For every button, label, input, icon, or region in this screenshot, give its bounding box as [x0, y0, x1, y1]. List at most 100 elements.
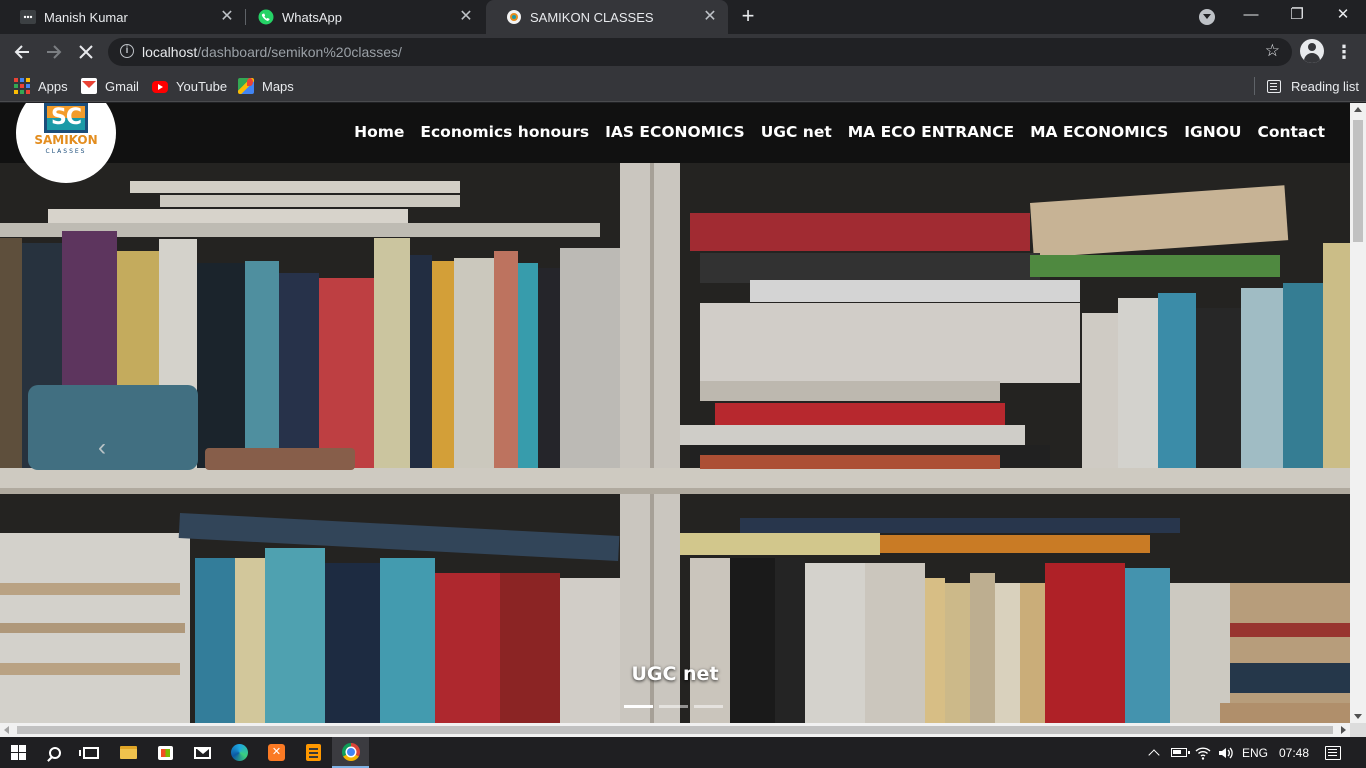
battery-button[interactable] — [1168, 737, 1190, 768]
scrollbar-corner — [1350, 723, 1366, 737]
apps-grid-icon — [14, 78, 30, 94]
file-explorer-icon — [120, 746, 137, 759]
clock[interactable]: 07:48 — [1275, 737, 1313, 768]
notification-icon — [1325, 745, 1341, 760]
scroll-down-arrow-icon[interactable] — [1354, 714, 1362, 719]
back-arrow-icon — [14, 45, 29, 59]
website: SC SAMIKON CLASSES Home Economics honour… — [0, 103, 1350, 723]
nav-ias-economics[interactable]: IAS ECONOMICS — [605, 123, 745, 141]
close-icon[interactable]: ✕ — [219, 9, 235, 25]
nav-home[interactable]: Home — [354, 123, 404, 141]
scroll-left-arrow-icon[interactable] — [4, 726, 9, 734]
taskbar-chrome[interactable] — [332, 737, 369, 768]
xampp-icon: ✕ — [268, 744, 285, 761]
tab-strip: Manish Kumar ✕ WhatsApp ✕ SAMIKON CLASSE… — [0, 0, 1366, 34]
scroll-thumb[interactable] — [17, 726, 1333, 734]
store-icon — [158, 745, 173, 760]
close-icon[interactable]: ✕ — [702, 9, 718, 25]
taskbar-file-explorer[interactable] — [110, 737, 147, 768]
close-window-button[interactable]: ✕ — [1320, 0, 1366, 32]
menu-kebab-icon[interactable]: ⋮ — [1334, 39, 1354, 65]
tab-whatsapp[interactable]: WhatsApp ✕ — [238, 0, 484, 34]
start-button[interactable] — [0, 737, 37, 768]
carousel-caption: UGC net — [631, 663, 719, 685]
show-hidden-icons-button[interactable] — [1144, 737, 1164, 768]
bookmark-apps[interactable]: Apps — [14, 76, 68, 96]
nav-ignou[interactable]: IGNOU — [1184, 123, 1241, 141]
youtube-icon — [152, 81, 168, 93]
tab-samikon-classes[interactable]: SAMIKON CLASSES ✕ — [486, 0, 728, 34]
bookmark-label: YouTube — [176, 78, 228, 94]
address-bar[interactable]: i localhost/dashboard/semikon%20classes/… — [108, 38, 1292, 66]
nav-ugc-net[interactable]: UGC net — [761, 123, 832, 141]
dots-icon — [20, 9, 36, 25]
logo-mark-text: SC — [51, 105, 82, 130]
maps-icon — [238, 78, 254, 94]
minimize-button[interactable]: — — [1228, 0, 1274, 32]
reading-list-label: Reading list — [1291, 78, 1359, 94]
task-view-button[interactable] — [72, 737, 109, 768]
speaker-icon — [1219, 747, 1233, 758]
scroll-up-arrow-icon[interactable] — [1354, 107, 1362, 112]
logo-brand: SAMIKON — [34, 133, 98, 147]
tab-title: SAMIKON CLASSES — [530, 9, 654, 25]
reading-list-button[interactable]: Reading list — [1267, 76, 1359, 96]
nav-contact[interactable]: Contact — [1257, 123, 1325, 141]
taskbar-mail[interactable] — [184, 737, 221, 768]
bookmark-maps[interactable]: Maps — [238, 76, 294, 96]
info-icon[interactable]: i — [120, 44, 134, 58]
logo-subtitle: CLASSES — [45, 148, 87, 155]
chevron-up-icon — [1148, 748, 1160, 761]
new-tab-button[interactable]: + — [736, 5, 760, 29]
close-icon[interactable]: ✕ — [458, 9, 474, 25]
bookmark-youtube[interactable]: YouTube — [152, 76, 227, 96]
url-path: /dashboard/semikon%20classes/ — [197, 44, 402, 60]
network-button[interactable] — [1192, 737, 1214, 768]
url-host: localhost — [142, 44, 198, 60]
tab-search-icon[interactable] — [1199, 9, 1215, 25]
bookmarks-bar: Apps Gmail YouTube Maps Reading list — [0, 70, 1366, 102]
windows-start-icon — [11, 745, 26, 760]
taskbar-xampp[interactable]: ✕ — [258, 737, 295, 768]
scroll-thumb[interactable] — [1353, 120, 1363, 242]
scroll-right-arrow-icon[interactable] — [1341, 726, 1346, 734]
taskbar-store[interactable] — [147, 737, 184, 768]
page-viewport: SC SAMIKON CLASSES Home Economics honour… — [0, 103, 1366, 737]
url-text[interactable]: localhost/dashboard/semikon%20classes/ — [142, 44, 402, 60]
horizontal-scrollbar[interactable] — [0, 723, 1350, 737]
site-favicon — [506, 9, 522, 25]
tab-manish-kumar[interactable]: Manish Kumar ✕ — [0, 0, 245, 34]
profile-avatar-icon[interactable] — [1300, 39, 1324, 63]
back-button[interactable] — [9, 39, 35, 65]
carousel-prev-button[interactable]: ‹ — [88, 433, 116, 463]
vertical-scrollbar[interactable] — [1350, 103, 1366, 723]
carousel-indicator[interactable] — [624, 705, 653, 708]
forward-button[interactable] — [41, 39, 67, 65]
edge-icon — [231, 744, 248, 761]
volume-button[interactable] — [1214, 737, 1236, 768]
bookmark-label: Apps — [38, 78, 68, 94]
carousel-indicators — [624, 705, 723, 708]
search-icon — [48, 746, 61, 759]
nav-economics-honours[interactable]: Economics honours — [420, 123, 589, 141]
bookmark-gmail[interactable]: Gmail — [81, 76, 139, 96]
carousel-indicator[interactable] — [694, 705, 723, 708]
site-navbar: SC SAMIKON CLASSES Home Economics honour… — [0, 103, 1350, 183]
action-center-button[interactable] — [1320, 737, 1346, 768]
taskbar-sublime[interactable] — [295, 737, 332, 768]
taskbar-edge[interactable] — [221, 737, 258, 768]
restore-button[interactable]: ❐ — [1274, 0, 1320, 32]
nav-ma-economics[interactable]: MA ECONOMICS — [1030, 123, 1168, 141]
whatsapp-icon — [258, 9, 274, 25]
nav-ma-eco-entrance[interactable]: MA ECO ENTRANCE — [848, 123, 1014, 141]
bookmark-star-icon[interactable]: ☆ — [1265, 41, 1280, 61]
language-indicator[interactable]: ENG — [1238, 737, 1272, 768]
tab-title: WhatsApp — [282, 9, 342, 25]
stop-loading-button[interactable] — [73, 39, 99, 65]
bookmark-label: Gmail — [105, 78, 139, 94]
carousel-indicator[interactable] — [659, 705, 688, 708]
hero-carousel: ‹ UGC net — [0, 163, 1350, 723]
taskbar-search[interactable] — [36, 737, 73, 768]
windows-taskbar: ✕ ENG 07:48 — [0, 737, 1366, 768]
close-icon — [79, 45, 93, 59]
